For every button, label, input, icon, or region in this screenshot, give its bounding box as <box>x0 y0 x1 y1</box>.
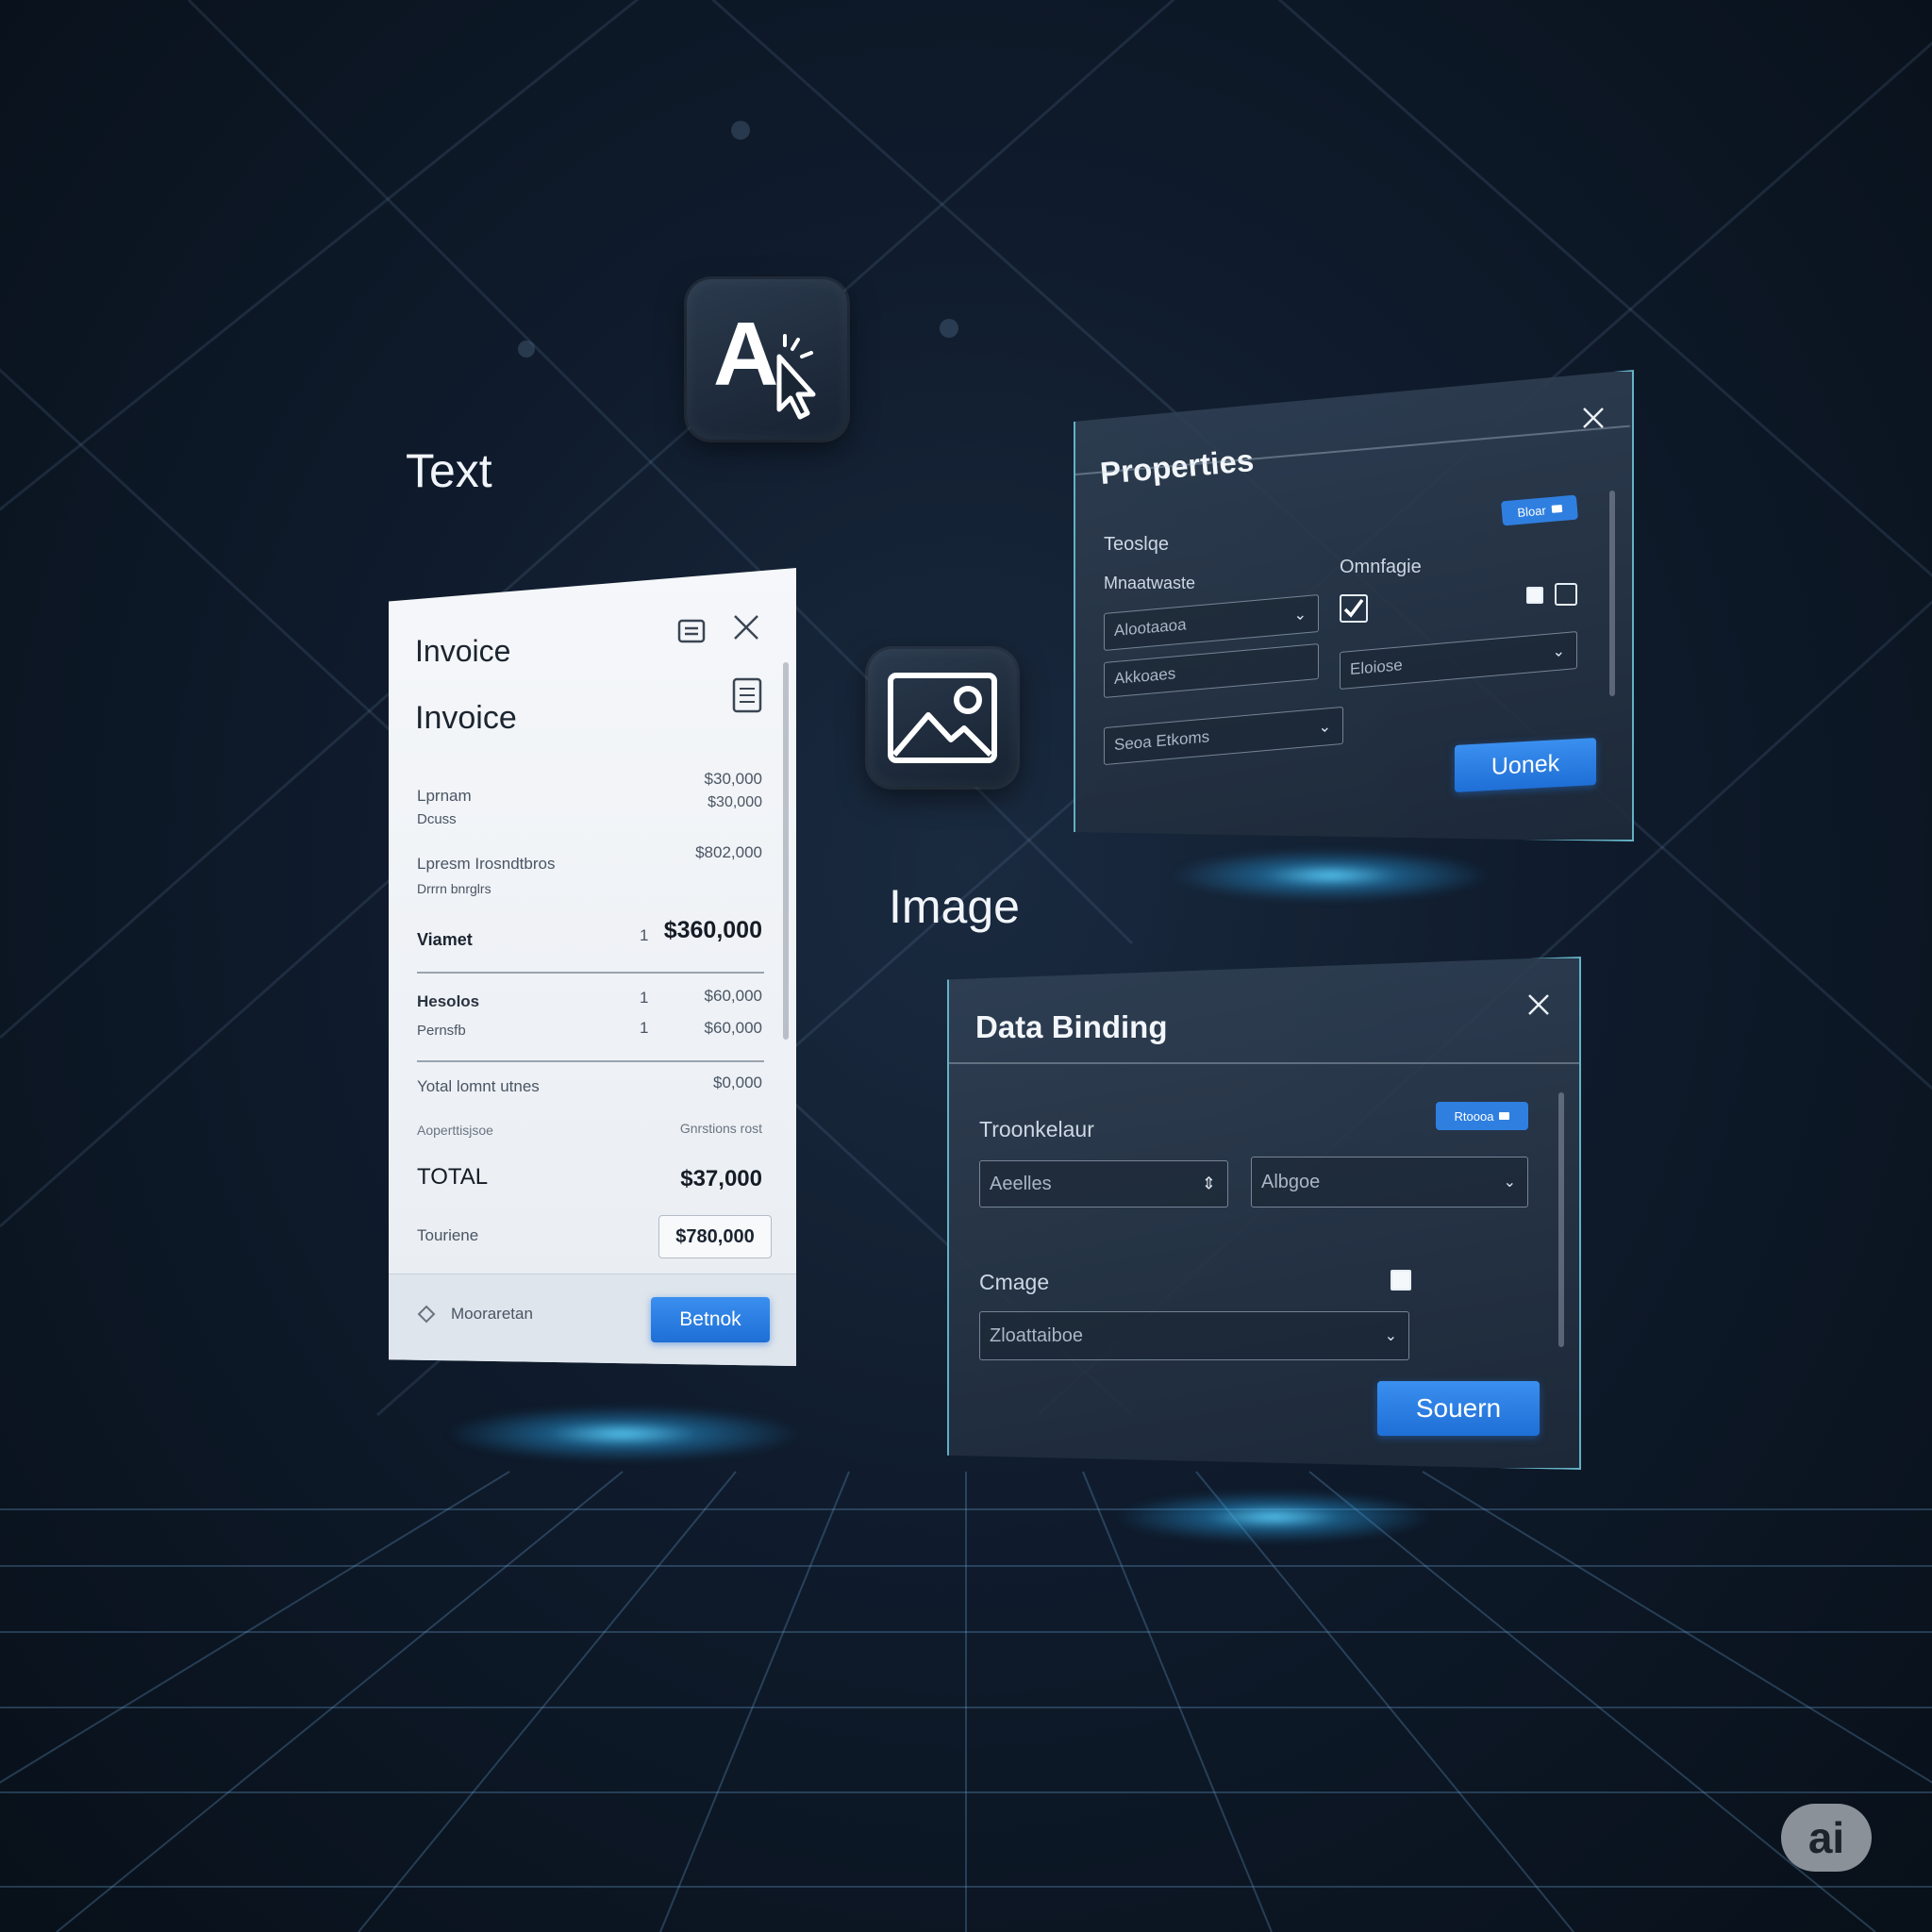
invoice-glow <box>443 1406 802 1462</box>
image-label: Image <box>889 880 1020 933</box>
properties-select-4[interactable]: Eloiose ⌄ <box>1340 630 1577 691</box>
row-1-value2: $30,000 <box>708 794 762 810</box>
binding-label-1: Troonkelaur <box>979 1117 1094 1141</box>
chevron-down-icon: ⌄ <box>1552 643 1565 661</box>
bold-row-label: Viamet <box>417 930 473 949</box>
properties-pill[interactable]: Bloar <box>1501 494 1578 526</box>
total-field-value: $780,000 <box>675 1225 755 1247</box>
field-value: Akkoaes <box>1114 664 1176 689</box>
binding-pill[interactable]: Rtoooa <box>1436 1102 1528 1130</box>
check-icon <box>1343 598 1364 618</box>
footer-text: Mooraretan <box>451 1305 533 1323</box>
pill-icon <box>1551 504 1562 513</box>
checkbox-checked[interactable] <box>1340 594 1368 623</box>
divider <box>417 972 764 974</box>
data-binding-title: Data Binding <box>975 1009 1168 1044</box>
checkbox-filled[interactable] <box>1526 587 1543 604</box>
total-label: TOTAL <box>417 1164 489 1190</box>
chevron-down-icon: ⌄ <box>1293 607 1307 625</box>
row-2-value: $802,000 <box>695 843 762 861</box>
row-1-label: Lprnam <box>417 787 472 805</box>
close-icon[interactable] <box>1526 992 1551 1017</box>
background-grid <box>0 0 1932 1932</box>
total-field-input[interactable]: $780,000 <box>658 1215 772 1258</box>
binding-stepper[interactable]: Aeelles ⇕ <box>979 1160 1228 1208</box>
text-cursor-icon: A <box>713 304 816 420</box>
chevron-down-icon: ⌄ <box>1384 1328 1397 1344</box>
binding-checkbox[interactable] <box>1391 1270 1411 1291</box>
pill-label: Bloar <box>1516 502 1547 520</box>
footer-button[interactable]: Betnok <box>651 1297 770 1342</box>
right-label: Omnfagie <box>1340 557 1422 577</box>
field-value: Seoa Etkoms <box>1114 727 1210 755</box>
bold-row-value: $360,000 <box>663 917 762 943</box>
properties-panel: Properties Bloar Teoslqe Mnaatwaste Omnf… <box>1074 370 1634 841</box>
properties-title: Properties <box>1098 441 1256 491</box>
document-icon[interactable] <box>677 617 706 645</box>
image-icon <box>888 673 997 763</box>
binding-button[interactable]: Souern <box>1377 1381 1540 1436</box>
text-tool-tile[interactable]: A <box>687 279 847 440</box>
binding-select-2[interactable]: Albgoe ⌄ <box>1251 1157 1528 1208</box>
row-2-sub: Drrrn bnrglrs <box>417 881 491 896</box>
pill-label: Rtoooa <box>1454 1108 1494 1124</box>
binding-glow <box>1113 1491 1434 1543</box>
data-binding-panel: Data Binding Rtoooa Troonkelaur Aeelles ⇕… <box>947 957 1581 1470</box>
field-value: Eloiose <box>1350 656 1403 679</box>
field-value: Albgoe <box>1261 1171 1321 1192</box>
field-value: Zloattaiboe <box>990 1324 1083 1346</box>
invoice-footer: Mooraretan Betnok <box>389 1274 796 1366</box>
item-2-value: $60,000 <box>704 1019 762 1037</box>
total-line-label: Yotal lomnt utnes <box>417 1077 540 1095</box>
total-field-label: Touriene <box>417 1226 479 1244</box>
invoice-scrollbar[interactable] <box>783 662 789 1040</box>
binding-label-2: Cmage <box>979 1270 1050 1294</box>
chevron-down-icon: ⌄ <box>1318 719 1331 737</box>
svg-text:A: A <box>713 304 778 405</box>
ai-badge: ai <box>1781 1804 1872 1872</box>
bold-row-qty: 1 <box>640 926 649 944</box>
row-2-label: Lpresm Irosndtbros <box>417 855 556 873</box>
properties-input-2[interactable]: Akkoaes <box>1104 643 1319 698</box>
divider <box>417 1060 764 1062</box>
item-1-label: Hesolos <box>417 992 480 1010</box>
chevron-down-icon: ⌄ <box>1503 1174 1516 1191</box>
list-icon[interactable] <box>732 677 762 713</box>
binding-select-3[interactable]: Zloattaiboe ⌄ <box>979 1311 1409 1360</box>
properties-select-1[interactable]: Alootaaoa ⌄ <box>1104 594 1319 651</box>
properties-select-3[interactable]: Seoa Etkoms ⌄ <box>1104 706 1343 766</box>
binding-scrollbar[interactable] <box>1558 1092 1564 1347</box>
checkbox-empty[interactable] <box>1555 583 1577 606</box>
text-label: Text <box>406 444 492 497</box>
invoice-panel: Invoice Invoice Lprnam Dcuss $30,000 $30… <box>389 568 796 1366</box>
item-1-value: $60,000 <box>704 987 762 1005</box>
sort-arrows-icon: ⇕ <box>1201 1174 1216 1193</box>
properties-scrollbar[interactable] <box>1609 491 1615 696</box>
invoice-title-small: Invoice <box>415 634 511 668</box>
close-icon[interactable] <box>732 613 760 641</box>
item-2-label: Pernsfb <box>417 1023 466 1039</box>
item-1-qty: 1 <box>640 989 649 1007</box>
pill-icon <box>1499 1112 1510 1120</box>
field-value: Aeelles <box>990 1173 1052 1194</box>
image-tool-tile[interactable] <box>868 649 1017 787</box>
field-value: Alootaaoa <box>1114 615 1187 641</box>
properties-button[interactable]: Uonek <box>1455 738 1596 792</box>
left-label: Mnaatwaste <box>1104 574 1196 592</box>
total-value: $37,000 <box>680 1166 762 1191</box>
title-divider <box>949 1062 1579 1064</box>
total-line-value: $0,000 <box>713 1074 762 1091</box>
invoice-title-large: Invoice <box>415 700 517 736</box>
section-label: Teoslqe <box>1104 534 1169 555</box>
row-1-value1: $30,000 <box>704 770 762 788</box>
item-2-qty: 1 <box>640 1019 649 1037</box>
properties-glow <box>1170 849 1491 902</box>
diamond-icon <box>417 1305 436 1324</box>
sub-line-value: Gnrstions rost <box>679 1121 762 1136</box>
row-1-sub: Dcuss <box>417 811 457 827</box>
sub-line-label: Aoperttisjsoe <box>417 1123 493 1138</box>
